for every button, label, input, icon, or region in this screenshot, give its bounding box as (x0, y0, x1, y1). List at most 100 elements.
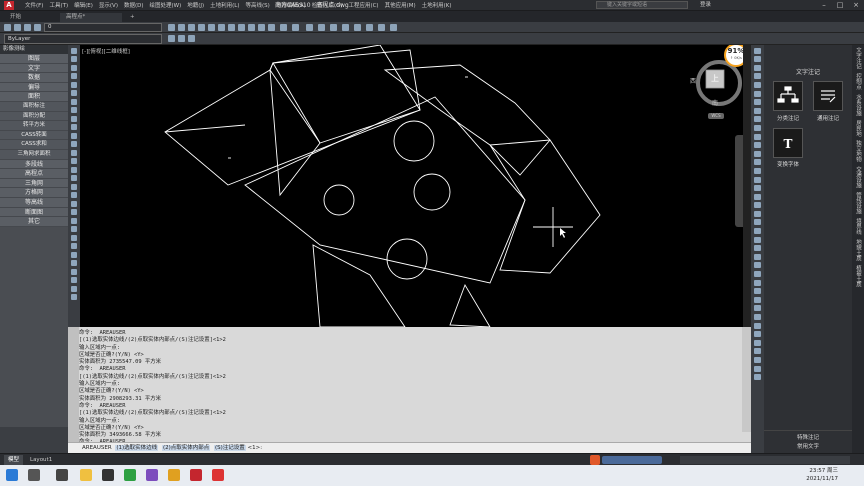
dist-icon[interactable] (342, 24, 349, 31)
tool-icon[interactable] (754, 253, 761, 260)
tool-icon[interactable] (754, 331, 761, 338)
special-annotation-item[interactable]: 特殊注记 (764, 430, 852, 441)
cloud-icon[interactable] (71, 98, 77, 105)
tool-icon[interactable] (754, 262, 761, 269)
menu-item[interactable]: 绘图处理(W) (147, 1, 185, 11)
arc-icon[interactable] (71, 81, 77, 88)
tool-icon[interactable] (754, 142, 761, 149)
tool-icon[interactable] (754, 210, 761, 217)
file-explorer-icon[interactable] (80, 469, 92, 481)
wps-icon[interactable] (212, 469, 224, 481)
block-icon[interactable] (71, 141, 77, 147)
measure-icon[interactable] (330, 24, 337, 31)
panel-tab[interactable]: 居民地 (852, 118, 864, 139)
lock-icon[interactable] (34, 24, 41, 31)
stretch-icon[interactable] (71, 268, 77, 275)
zoom-extents-icon[interactable] (228, 24, 235, 31)
mirror-icon[interactable] (71, 217, 77, 224)
ime-logo-icon[interactable] (590, 455, 600, 465)
side-item-data[interactable]: 数据 (0, 73, 68, 83)
general-annotation-icon[interactable] (813, 81, 843, 111)
properties-icon[interactable] (238, 24, 245, 31)
redo-icon[interactable] (292, 24, 299, 31)
rotate-icon[interactable] (71, 251, 77, 258)
view-cube[interactable]: 91% ↑ 0K/s 上 西 东 南 WCS (689, 45, 751, 125)
tool-icon[interactable] (754, 99, 761, 106)
mtext-icon[interactable] (71, 192, 77, 198)
tool-icon[interactable] (754, 356, 761, 363)
zoom-prev-icon[interactable] (218, 24, 225, 31)
app-icon[interactable] (102, 469, 114, 481)
drawing-canvas[interactable]: [-][俯视][二维线框] 91% ↑ 0K/s 上 西 南 WCS (80, 45, 751, 327)
tool-icon[interactable] (754, 159, 761, 166)
tool-icon[interactable] (754, 365, 761, 372)
panel-tab[interactable]: 控制点 (852, 71, 864, 92)
side-item-layer[interactable]: 图层 (0, 54, 68, 64)
hatch-icon[interactable] (71, 158, 77, 164)
zoom-window-icon[interactable] (208, 24, 215, 31)
tool-icon[interactable] (754, 133, 761, 140)
ellipse-icon[interactable] (71, 115, 77, 122)
sun-icon[interactable] (24, 24, 31, 31)
side-item-text[interactable]: 文字 (0, 63, 68, 74)
panel-tab[interactable]: 独立地物 (852, 138, 864, 164)
menu-item[interactable]: 编辑(E) (71, 1, 96, 11)
zoom-icon[interactable] (198, 24, 205, 31)
side-subitem-to-sqm[interactable]: 转平方米 (0, 121, 68, 131)
tab-model[interactable]: 模型 (4, 455, 24, 465)
windows-start-icon[interactable] (6, 469, 18, 481)
polyline-icon[interactable] (71, 56, 77, 62)
cass-icon[interactable] (190, 469, 202, 481)
tool-icon[interactable] (754, 64, 761, 71)
print-icon[interactable] (306, 24, 313, 31)
tool-icon[interactable] (754, 228, 761, 235)
compass-south[interactable]: 南 (712, 98, 718, 107)
tool-icon[interactable] (754, 305, 761, 312)
side-item-contour[interactable]: 等高线 (0, 197, 68, 208)
previous-layer-icon[interactable] (178, 24, 185, 31)
point-icon[interactable] (71, 149, 77, 156)
side-subitem-cass-to-area[interactable]: CASS转面 (0, 130, 68, 141)
command-option[interactable]: (2)点取实体内部点 (161, 445, 211, 451)
tool-icon[interactable] (754, 56, 761, 63)
tool-icon[interactable] (754, 296, 761, 303)
app-logo-icon[interactable]: A (4, 1, 14, 10)
tool-icon[interactable] (754, 185, 761, 192)
menu-item[interactable]: 等高线(S) (243, 1, 273, 11)
minimize-icon[interactable]: – (816, 0, 832, 11)
line-icon[interactable] (71, 47, 77, 54)
table-icon[interactable] (71, 183, 77, 190)
close-icon[interactable]: × (848, 0, 864, 11)
undo-icon[interactable] (280, 24, 287, 31)
layer-icon[interactable] (4, 24, 11, 31)
compass-west[interactable]: 西 (690, 76, 696, 85)
side-subitem-area-allocate[interactable]: 面积分配 (0, 111, 68, 122)
tab-layout1[interactable]: Layout1 (26, 455, 56, 465)
trim-icon[interactable] (71, 277, 77, 283)
pan-icon[interactable] (188, 24, 195, 31)
tool-icon[interactable] (754, 150, 761, 157)
spline-icon[interactable] (71, 107, 77, 113)
color-combo[interactable]: ByLayer (4, 34, 162, 44)
tool-icon[interactable] (754, 81, 761, 88)
move-icon[interactable] (71, 243, 77, 249)
tool-icon[interactable] (754, 107, 761, 114)
system-clock[interactable]: 23:57 周三 2021/11/17 (806, 467, 838, 483)
break-icon[interactable] (71, 294, 77, 300)
search-icon[interactable] (28, 469, 40, 481)
category-annotation-icon[interactable] (773, 81, 803, 111)
offset-icon[interactable] (71, 226, 77, 232)
task-view-icon[interactable] (56, 469, 68, 481)
command-scrollbar[interactable] (742, 327, 751, 432)
tool-icon[interactable] (754, 322, 761, 329)
side-item-tin[interactable]: 三角网 (0, 178, 68, 189)
gradient-icon[interactable] (71, 166, 77, 173)
side-subitem-tin-area[interactable]: 三角网求面积 (0, 149, 68, 160)
tool-icon[interactable] (754, 73, 761, 80)
side-item-area[interactable]: 面积 (0, 92, 68, 102)
light-icon[interactable] (14, 24, 21, 31)
panel-tab[interactable]: 交通设施 (852, 164, 864, 190)
side-item-offset[interactable]: 偏导 (0, 82, 68, 93)
folder-icon[interactable] (168, 469, 180, 481)
tab-drawing[interactable]: 高程点* (60, 13, 122, 22)
